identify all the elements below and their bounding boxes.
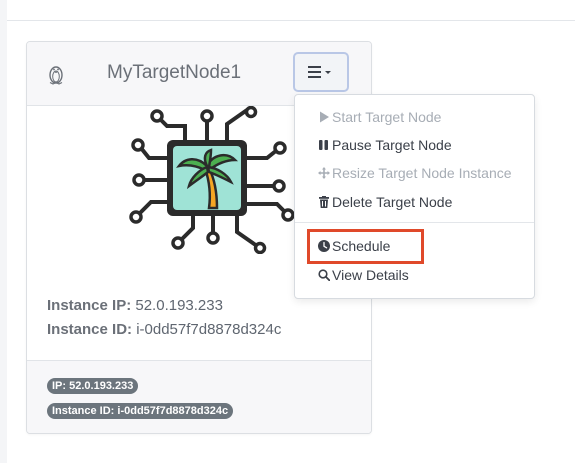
pause-icon [319,140,328,150]
node-actions-dropdown: Start Target Node Pause Target Node Resi… [294,94,535,299]
play-icon [320,111,329,123]
instance-ip-row: Instance IP: 52.0.193.233 [47,294,281,318]
instance-id-value: i-0dd57f7d8878d324c [136,321,282,338]
instance-id-badge: Instance ID: i-0dd57f7d8878d324c [47,403,234,419]
menu-item-label: Resize Target Node Instance [332,165,512,181]
top-bar [7,0,575,21]
left-edge [0,0,7,463]
menu-item-label: Pause Target Node [332,137,452,153]
linux-tux-icon [49,66,63,85]
card-footer: IP: 52.0.193.233 Instance ID: i-0dd57f7d… [27,360,371,433]
arrows-move-icon [318,167,330,179]
menu-item-view-details[interactable]: View Details [295,262,534,288]
instance-ip-label: Instance IP: [47,297,132,314]
menu-item-label: Delete Target Node [332,194,453,210]
node-actions-menu-button[interactable] [293,52,349,92]
schedule-highlight-box [307,229,424,264]
hamburger-icon [308,66,331,78]
instance-id-label: Instance ID: [47,321,133,338]
menu-item-pause-target-node[interactable]: Pause Target Node [295,132,534,158]
menu-item-label: Start Target Node [332,109,442,125]
menu-item-delete-target-node[interactable]: Delete Target Node [295,189,534,215]
caret-down-icon [325,71,331,74]
instance-ip-value: 52.0.193.233 [135,297,223,314]
instance-id-row: Instance ID: i-0dd57f7d8878d324c [47,318,281,342]
menu-divider [295,222,534,223]
ip-badge: IP: 52.0.193.233 [47,378,139,394]
trash-icon [319,196,329,208]
menu-item-resize-target-node-instance[interactable]: Resize Target Node Instance [295,160,534,186]
node-title: MyTargetNode1 [107,62,242,83]
menu-item-label: View Details [332,267,409,283]
search-icon [318,269,330,281]
menu-item-start-target-node[interactable]: Start Target Node [295,104,534,130]
chip-palm-tree-icon [129,106,295,254]
instance-info: Instance IP: 52.0.193.233 Instance ID: i… [47,294,281,342]
